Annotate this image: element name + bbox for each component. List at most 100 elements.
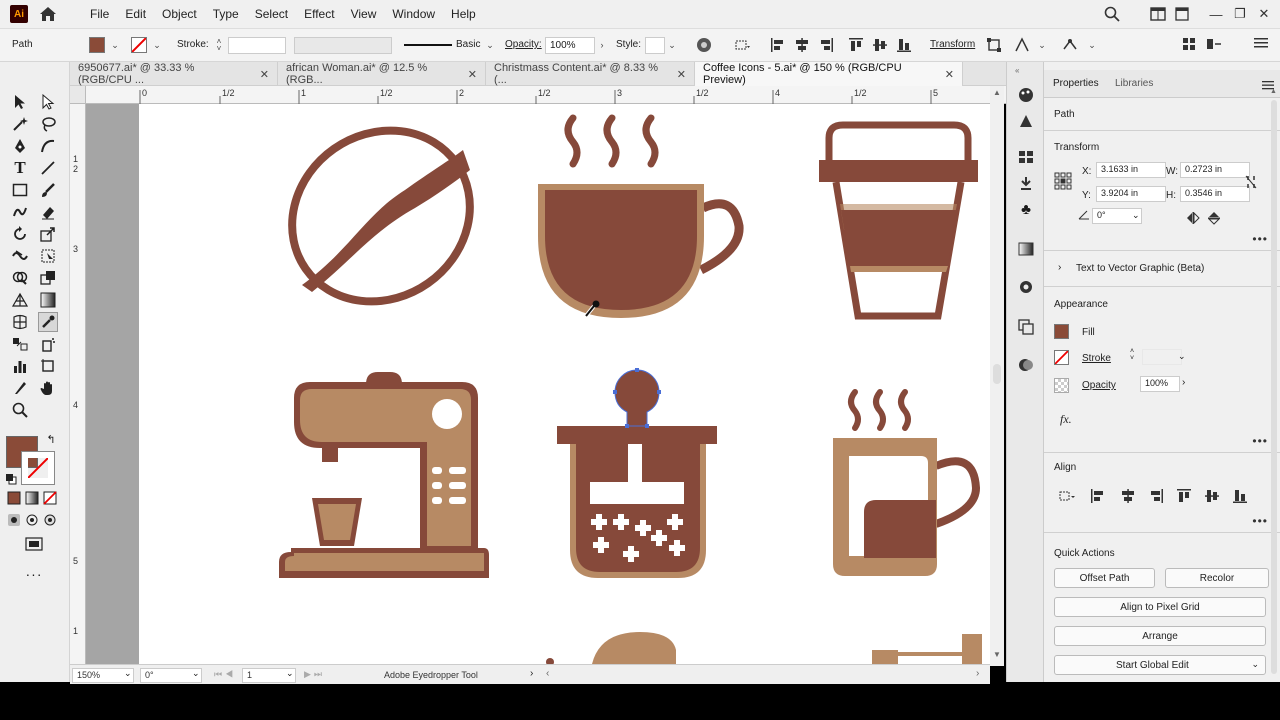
align-vcenter-icon[interactable]	[1204, 488, 1220, 504]
workspace-icon[interactable]	[1170, 2, 1194, 26]
rectangle-tool-icon[interactable]	[10, 180, 30, 200]
eraser-tool-icon[interactable]	[38, 202, 58, 222]
search-icon[interactable]	[1100, 2, 1124, 26]
magic-wand-tool-icon[interactable]	[10, 114, 30, 134]
transform-link[interactable]: Transform	[930, 39, 975, 50]
selection-tool-icon[interactable]	[10, 92, 30, 112]
default-fill-stroke-icon[interactable]	[4, 472, 18, 486]
flip-vertical-icon[interactable]	[1207, 211, 1221, 228]
properties-toggle-icon[interactable]	[1206, 37, 1224, 53]
menu-help[interactable]: Help	[443, 0, 484, 28]
shaper-tool-icon[interactable]	[10, 202, 30, 222]
color-panel-icon[interactable]	[1017, 86, 1035, 104]
arrange-button[interactable]: Arrange	[1054, 626, 1266, 646]
scroll-right-icon[interactable]: ›	[976, 668, 979, 679]
home-icon[interactable]	[38, 4, 58, 24]
espresso-machine-icon[interactable]	[279, 372, 489, 578]
coffee-mug-icon[interactable]	[833, 389, 981, 576]
edit-path-icon[interactable]	[1014, 37, 1032, 53]
arrange-panels-icon[interactable]	[1182, 37, 1200, 53]
blend-tool-icon[interactable]	[10, 334, 30, 354]
scroll-down-icon[interactable]: ▼	[993, 650, 1001, 659]
align-vcenter-icon[interactable]	[872, 37, 890, 53]
style-swatch[interactable]	[645, 37, 665, 54]
status-menu-arrow-icon[interactable]: ›	[530, 668, 533, 679]
direct-selection-tool-icon[interactable]	[38, 92, 58, 112]
scroll-up-icon[interactable]: ▲	[993, 88, 1001, 97]
panel-scroll-up-icon[interactable]: ▲	[1270, 88, 1277, 95]
align-to-pixel-grid-button[interactable]: Align to Pixel Grid	[1054, 597, 1266, 617]
tab-document-active[interactable]: Coffee Icons - 5.ai* @ 150 % (RGB/CPU Pr…	[695, 62, 963, 86]
constrain-proportions-icon[interactable]	[1244, 174, 1258, 193]
rotate-tool-icon[interactable]	[10, 224, 30, 244]
align-right-icon[interactable]	[818, 37, 836, 53]
coffee-bean-icon[interactable]	[259, 104, 504, 336]
more-options-icon[interactable]: •••	[1252, 434, 1268, 448]
close-window-icon[interactable]: ✕	[1252, 2, 1276, 26]
reference-point-icon[interactable]	[1054, 172, 1072, 193]
collapse-icon[interactable]: «	[1015, 66, 1019, 75]
minimize-icon[interactable]: —	[1204, 2, 1228, 26]
edit-path-dropdown-icon[interactable]: ⌄	[1036, 38, 1048, 52]
coffee-jar-icon[interactable]	[557, 368, 717, 578]
swatches-panel-icon[interactable]	[1017, 148, 1035, 166]
line-segment-tool-icon[interactable]	[38, 158, 58, 178]
stroke-label[interactable]: Stroke	[1082, 353, 1111, 364]
scroll-thumb[interactable]	[993, 364, 1001, 384]
align-top-icon[interactable]	[1176, 488, 1192, 504]
artboard-dropdown-icon[interactable]: ⌄	[286, 668, 294, 679]
fill-dropdown-icon[interactable]: ⌄	[109, 38, 121, 52]
stroke-dropdown-icon[interactable]: ⌄	[151, 38, 163, 52]
align-top-icon[interactable]	[848, 37, 866, 53]
transparency-panel-icon[interactable]	[1017, 278, 1035, 296]
tab-document-3[interactable]: Christmass Content.ai* @ 8.33 % (... ✕	[486, 62, 695, 86]
rotate-angle-dropdown-icon[interactable]: ⌄	[1132, 210, 1140, 221]
more-options-icon[interactable]: •••	[1252, 514, 1268, 528]
curvature-tool-icon[interactable]	[38, 136, 58, 156]
type-tool-icon[interactable]: T	[10, 158, 30, 178]
gradient-mode-icon[interactable]	[24, 490, 40, 506]
y-field[interactable]: 3.9204 in	[1096, 186, 1166, 202]
align-bottom-icon[interactable]	[1232, 488, 1248, 504]
menu-file[interactable]: File	[82, 0, 117, 28]
control-bar-menu-icon[interactable]	[1254, 37, 1272, 53]
stroke-color-box[interactable]	[21, 451, 55, 485]
close-icon[interactable]: ✕	[945, 68, 954, 81]
symbol-sprayer-icon[interactable]	[38, 334, 58, 354]
chevron-right-icon[interactable]: ›	[1058, 262, 1061, 273]
align-left-icon[interactable]	[770, 37, 788, 53]
symbols-panel-icon[interactable]: ♣	[1017, 200, 1035, 218]
color-mode-icon[interactable]	[6, 490, 22, 506]
opacity-arrow-icon[interactable]: ›	[596, 38, 608, 52]
horizontal-ruler[interactable]: 0 1/2 1 1/2 2 1/2 3 1/2 4 1/2 5	[70, 86, 1006, 104]
edit-toolbar-icon[interactable]: ···	[24, 566, 44, 582]
align-left-icon[interactable]	[1090, 488, 1106, 504]
artboards-panel-icon[interactable]	[1017, 318, 1035, 336]
none-mode-icon[interactable]	[42, 490, 58, 506]
recolor-artwork-icon[interactable]	[696, 37, 714, 53]
stroke-swatch[interactable]	[131, 37, 147, 53]
align-right-icon[interactable]	[1148, 488, 1164, 504]
stroke-weight-stepper[interactable]: ˄ ˅	[213, 38, 225, 53]
artboard-tool-icon[interactable]	[38, 356, 58, 376]
stroke-dropdown-icon[interactable]: ⌄	[1178, 351, 1186, 362]
x-field[interactable]: 3.1633 in	[1096, 162, 1166, 178]
isolate-group-icon[interactable]	[986, 37, 1004, 53]
appearance-opacity-field[interactable]: 100%	[1140, 376, 1180, 392]
puppet-warp-dropdown-icon[interactable]: ⌄	[1086, 38, 1098, 52]
chevron-down-icon[interactable]: ⌄	[1251, 659, 1259, 670]
appearance-opacity-label[interactable]: Opacity	[1082, 380, 1116, 391]
menu-select[interactable]: Select	[247, 0, 296, 28]
zoom-dropdown-icon[interactable]: ⌄	[124, 668, 132, 679]
takeaway-cup-icon[interactable]	[819, 121, 978, 320]
style-dropdown-icon[interactable]: ⌄	[666, 38, 678, 52]
variable-width-dropdown[interactable]	[294, 37, 392, 54]
tab-properties[interactable]: Properties	[1053, 78, 1099, 89]
align-to-icon[interactable]	[734, 37, 752, 53]
brushes-panel-icon[interactable]	[1017, 174, 1035, 192]
align-to-selection-icon[interactable]	[1058, 488, 1075, 504]
stroke-stepper-icon[interactable]: ˄ ˅	[1130, 348, 1134, 362]
align-hcenter-icon[interactable]	[1120, 488, 1136, 504]
opacity-arrow-icon[interactable]: ›	[1182, 377, 1185, 388]
stroke-weight-field[interactable]	[228, 37, 286, 54]
